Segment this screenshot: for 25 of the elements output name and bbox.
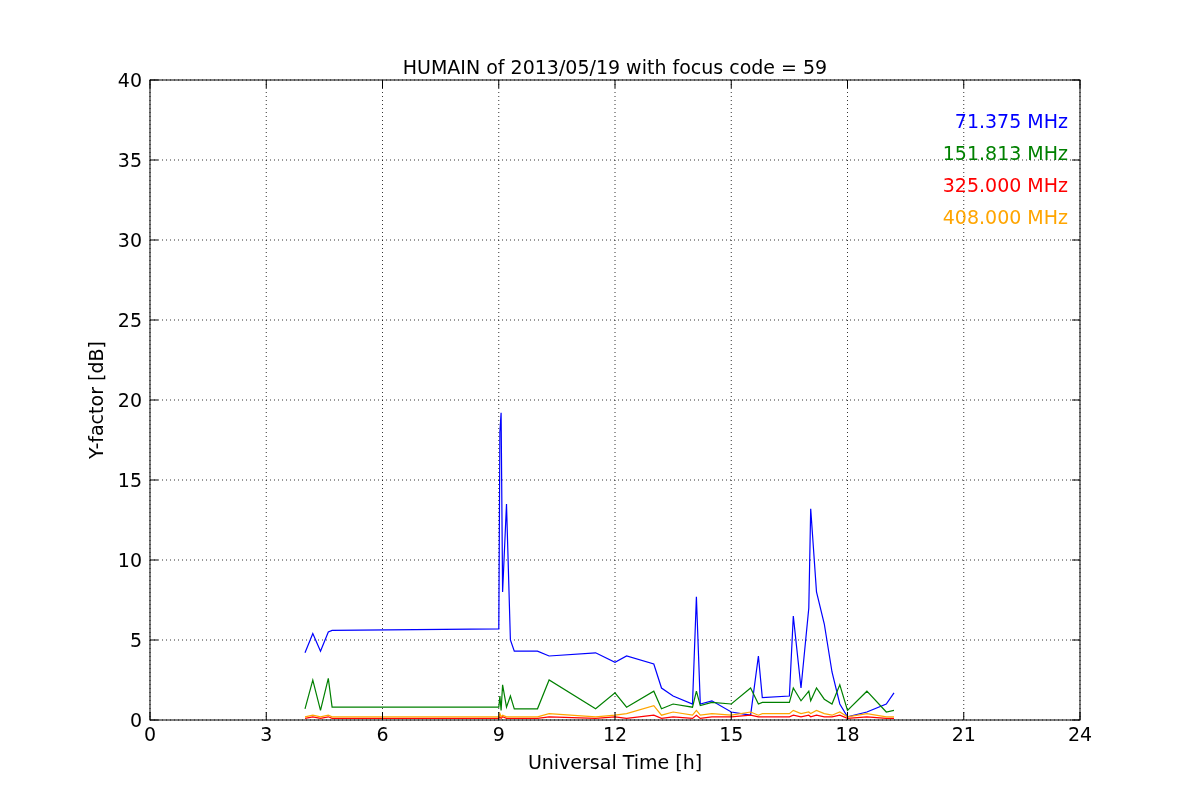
y-tick-label: 35: [117, 149, 142, 171]
x-tick-label: 15: [719, 723, 744, 745]
x-tick-label: 24: [1067, 723, 1093, 745]
chart-title: HUMAIN of 2013/05/19 with focus code = 59: [402, 56, 828, 78]
x-tick-label: 18: [835, 723, 860, 745]
y-tick-label: 20: [117, 389, 142, 411]
y-tick-label: 0: [129, 709, 142, 731]
y-tick-label: 30: [117, 229, 142, 251]
y-tick-label: 40: [117, 69, 142, 91]
x-tick-label: 3: [260, 723, 273, 745]
legend-label: 71.375 MHz: [954, 110, 1068, 132]
legend-label: 325.000 MHz: [942, 174, 1068, 196]
legend-label: 408.000 MHz: [942, 206, 1068, 228]
y-tick-label: 15: [117, 469, 142, 491]
x-tick-label: 21: [951, 723, 976, 745]
y-tick-label: 25: [117, 309, 142, 331]
legend-label: 151.813 MHz: [942, 142, 1068, 164]
y-axis-label: Y-factor [dB]: [85, 341, 107, 459]
y-tick-label: 10: [117, 549, 142, 571]
y-tick-label: 5: [129, 629, 142, 651]
x-axis-label: Universal Time [h]: [527, 751, 703, 773]
x-tick-label: 9: [492, 723, 505, 745]
x-tick-label: 6: [376, 723, 389, 745]
x-tick-label: 12: [602, 723, 628, 745]
x-tick-label: 0: [143, 723, 157, 745]
